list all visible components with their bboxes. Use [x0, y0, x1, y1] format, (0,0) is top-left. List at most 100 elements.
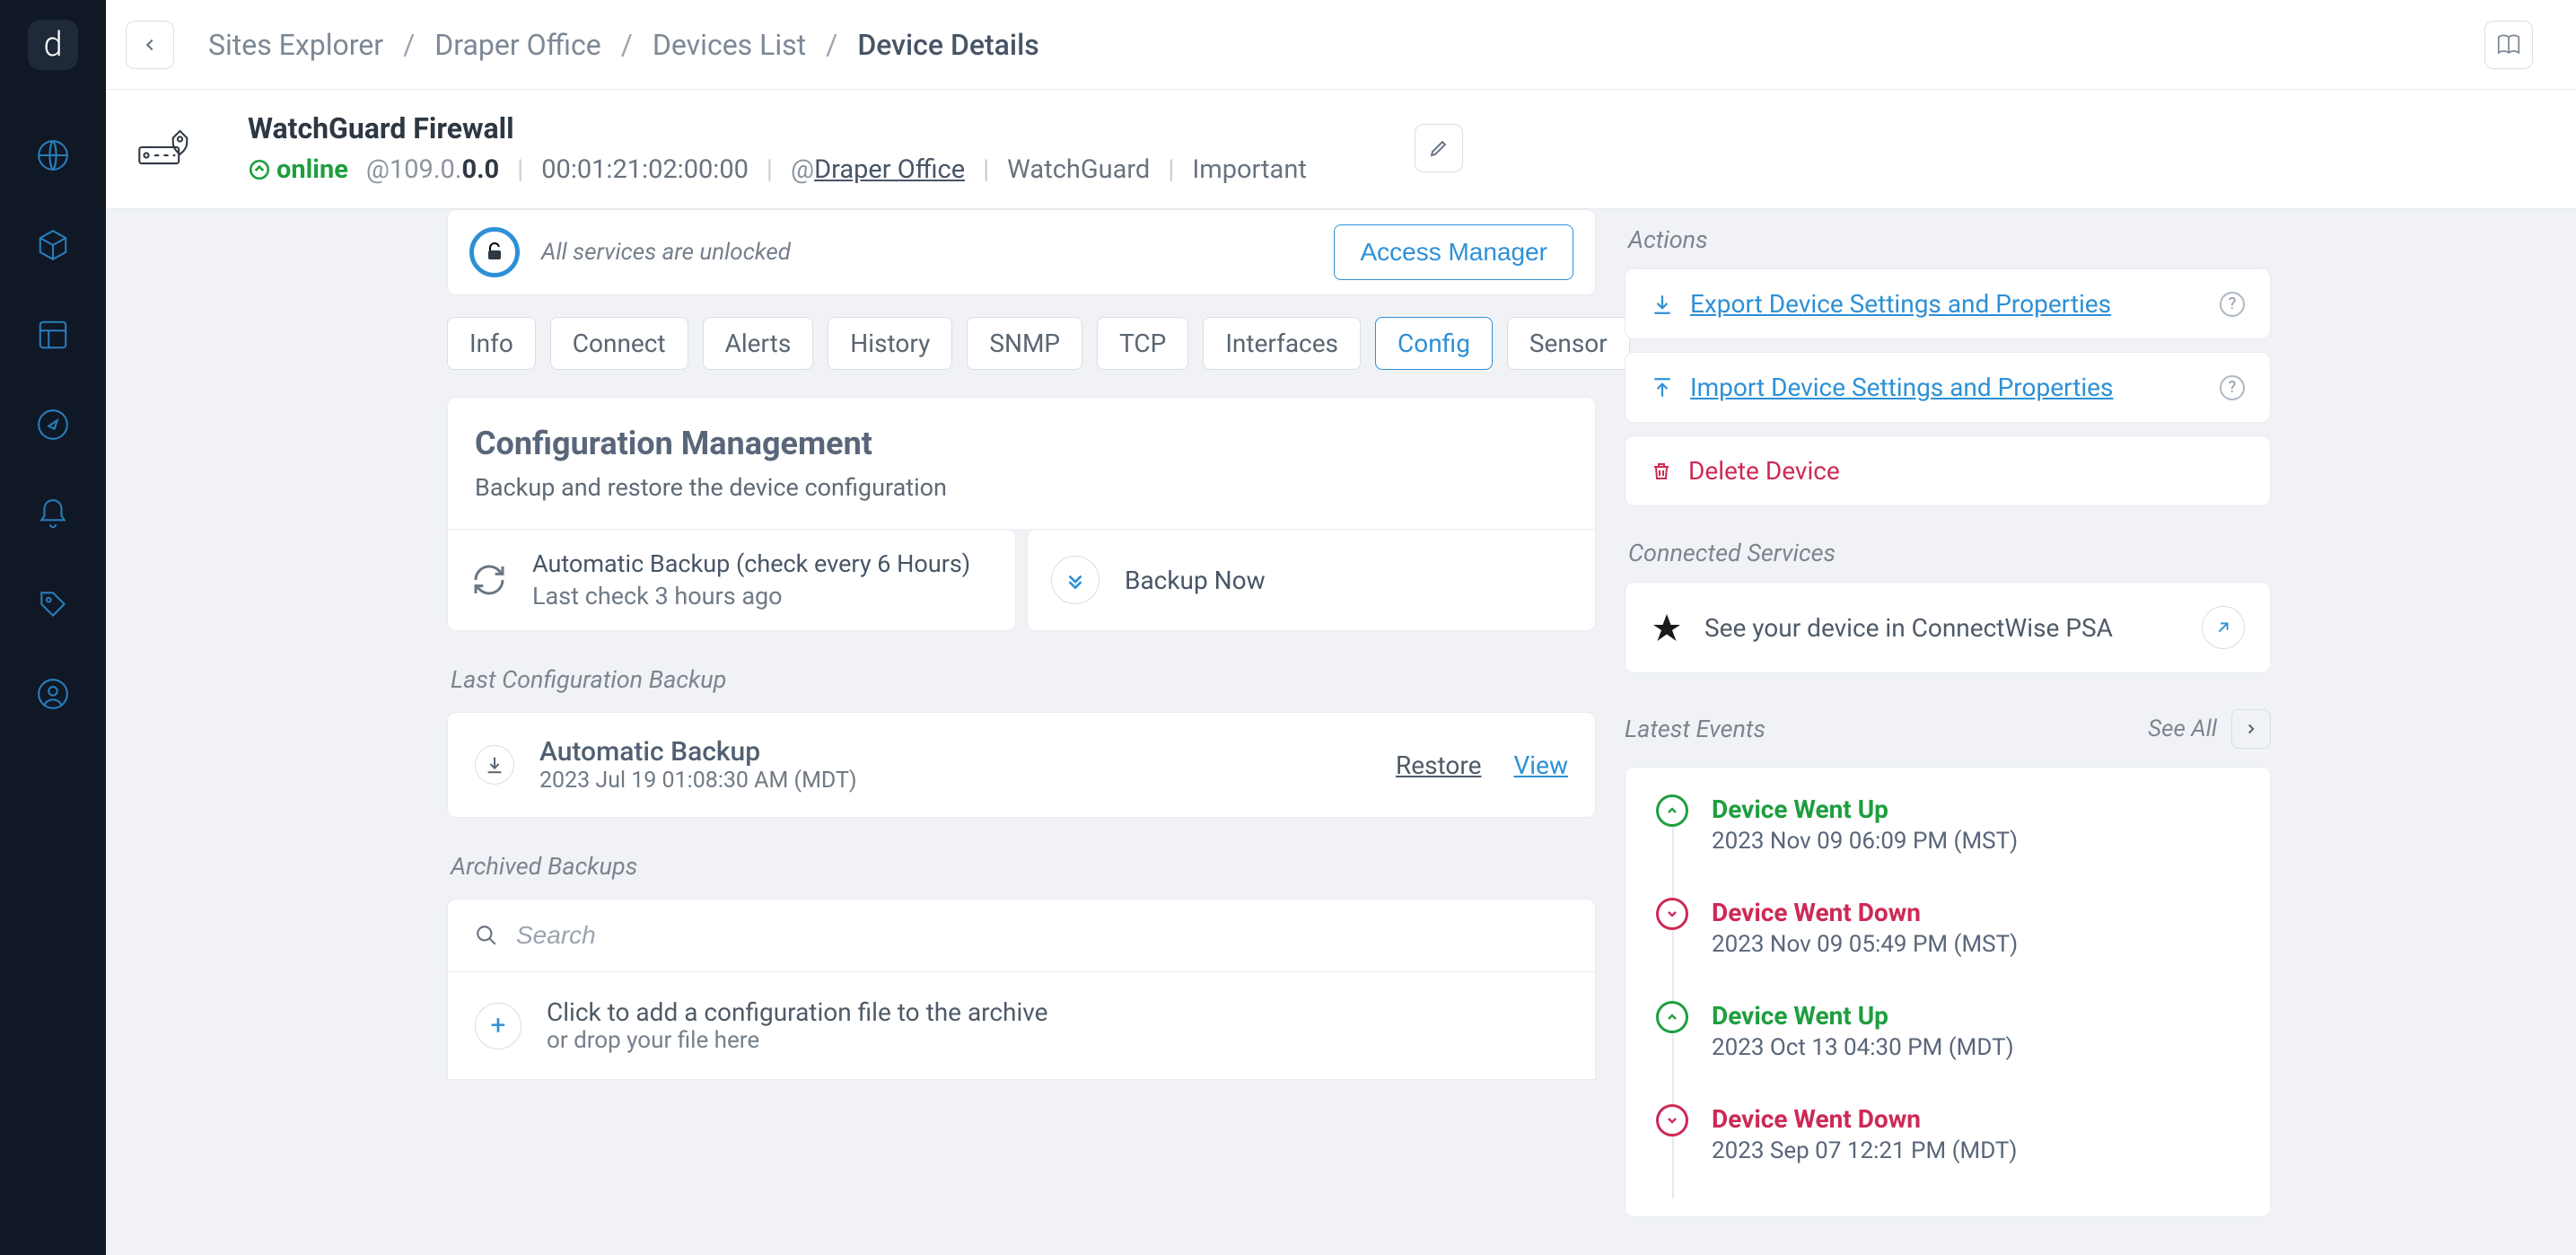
- help-icon[interactable]: ?: [2220, 375, 2245, 400]
- device-ip: @109.0.0.0: [366, 154, 499, 185]
- help-icon[interactable]: ?: [2220, 292, 2245, 317]
- left-nav-rail: d: [0, 0, 106, 1255]
- connectwise-card[interactable]: See your device in ConnectWise PSA: [1625, 582, 2271, 673]
- breadcrumb-bar: Sites Explorer / Draper Office / Devices…: [106, 0, 2576, 90]
- device-mac: 00:01:21:02:00:00: [541, 154, 749, 185]
- add-config-row[interactable]: + Click to add a configuration file to t…: [448, 972, 1595, 1079]
- view-link[interactable]: View: [1513, 750, 1568, 780]
- device-meta: online @109.0.0.0 | 00:01:21:02:00:00 | …: [248, 154, 1307, 185]
- crumb-item[interactable]: Devices List: [653, 28, 806, 62]
- tabs-row: Info Connect Alerts History SNMP TCP Int…: [447, 317, 1596, 370]
- device-importance: Important: [1192, 154, 1306, 185]
- action-export-link: Export Device Settings and Properties: [1690, 289, 2111, 319]
- device-type-icon: [138, 126, 194, 169]
- tab-interfaces[interactable]: Interfaces: [1203, 317, 1361, 370]
- event-time: 2023 Sep 07 12:21 PM (MDT): [1712, 1137, 2017, 1164]
- last-backup-card: Automatic Backup 2023 Jul 19 01:08:30 AM…: [447, 712, 1596, 818]
- action-import[interactable]: Import Device Settings and Properties ?: [1625, 352, 2271, 423]
- action-delete-link: Delete Device: [1688, 456, 1840, 486]
- event-time: 2023 Nov 09 05:49 PM (MST): [1712, 931, 2018, 958]
- plus-icon: +: [475, 1003, 521, 1049]
- event-title: Device Went Down: [1712, 898, 2018, 927]
- archived-label: Archived Backups: [451, 852, 1596, 881]
- tab-connect[interactable]: Connect: [550, 317, 688, 370]
- unlock-icon: [469, 227, 520, 277]
- event-item: Device Went Down2023 Sep 07 12:21 PM (MD…: [1656, 1104, 2239, 1164]
- breadcrumb: Sites Explorer / Draper Office / Devices…: [208, 28, 1039, 62]
- backup-now-card[interactable]: Backup Now: [1027, 529, 1596, 631]
- events-header: Latest Events See All: [1625, 709, 2271, 749]
- auto-backup-line1: Automatic Backup (check every 6 Hours): [532, 549, 970, 578]
- event-item: Device Went Up2023 Nov 09 06:09 PM (MST): [1656, 794, 2239, 855]
- tab-alerts[interactable]: Alerts: [703, 317, 814, 370]
- see-all-link[interactable]: See All: [2148, 715, 2217, 742]
- nav-user-icon[interactable]: [36, 677, 70, 711]
- actions-label: Actions: [1628, 225, 2271, 254]
- status-badge: online: [248, 154, 348, 185]
- event-up-icon: [1656, 1001, 1688, 1033]
- device-site[interactable]: @Draper Office: [791, 154, 965, 185]
- action-delete[interactable]: Delete Device: [1625, 435, 2271, 506]
- event-up-icon: [1656, 794, 1688, 827]
- unlock-text: All services are unlocked: [541, 239, 791, 266]
- tab-sensor[interactable]: Sensor: [1507, 317, 1630, 370]
- connectwise-icon: [1651, 611, 1683, 644]
- nav-cube-icon[interactable]: [36, 228, 70, 262]
- tab-tcp[interactable]: TCP: [1097, 317, 1188, 370]
- search-icon: [475, 924, 498, 947]
- crumb-separator: /: [403, 28, 415, 62]
- events-next-button[interactable]: [2231, 709, 2271, 749]
- event-title: Device Went Up: [1712, 1001, 2014, 1031]
- nav-globe-icon[interactable]: [36, 138, 70, 172]
- nav-tag-icon[interactable]: [36, 587, 70, 621]
- backup-now-label: Backup Now: [1125, 566, 1266, 595]
- crumb-item[interactable]: Draper Office: [434, 28, 600, 62]
- add-config-line1: Click to add a configuration file to the…: [547, 997, 1048, 1027]
- action-import-link: Import Device Settings and Properties: [1690, 373, 2113, 402]
- crumb-separator: /: [621, 28, 633, 62]
- restore-link[interactable]: Restore: [1396, 750, 1481, 780]
- tab-history[interactable]: History: [828, 317, 952, 370]
- crumb-separator: /: [826, 28, 837, 62]
- action-export[interactable]: Export Device Settings and Properties ?: [1625, 268, 2271, 339]
- auto-backup-card: Automatic Backup (check every 6 Hours) L…: [447, 529, 1016, 631]
- event-title: Device Went Up: [1712, 794, 2018, 824]
- unlock-bar: All services are unlocked Access Manager: [447, 209, 1596, 295]
- device-header: WatchGuard Firewall online @109.0.0.0 | …: [106, 90, 2576, 209]
- device-title: WatchGuard Firewall: [248, 111, 1307, 145]
- download-icon[interactable]: [475, 745, 514, 785]
- back-button[interactable]: [126, 21, 174, 69]
- external-link-icon: [2202, 606, 2245, 649]
- download-icon: [1651, 293, 1674, 316]
- access-manager-button[interactable]: Access Manager: [1334, 224, 1573, 280]
- nav-compass-icon[interactable]: [36, 408, 70, 442]
- auto-backup-line2: Last check 3 hours ago: [532, 582, 970, 610]
- tab-info[interactable]: Info: [447, 317, 536, 370]
- event-time: 2023 Oct 13 04:30 PM (MDT): [1712, 1034, 2014, 1061]
- search-row: [448, 900, 1595, 972]
- connectwise-text: See your device in ConnectWise PSA: [1704, 613, 2113, 643]
- refresh-icon: [471, 562, 507, 598]
- add-config-line2: or drop your file here: [547, 1027, 1048, 1054]
- last-backup-time: 2023 Jul 19 01:08:30 AM (MDT): [539, 768, 857, 794]
- crumb-item[interactable]: Sites Explorer: [208, 28, 383, 62]
- last-backup-title: Automatic Backup: [539, 736, 857, 768]
- events-label: Latest Events: [1625, 715, 1766, 743]
- logo-letter: d: [43, 25, 62, 65]
- nav-layout-icon[interactable]: [36, 318, 70, 352]
- trash-icon: [1651, 461, 1672, 482]
- tab-snmp[interactable]: SNMP: [967, 317, 1082, 370]
- tab-config[interactable]: Config: [1375, 317, 1493, 370]
- app-logo[interactable]: d: [28, 20, 78, 70]
- edit-button[interactable]: [1415, 124, 1463, 172]
- archived-backups-card: + Click to add a configuration file to t…: [447, 899, 1596, 1080]
- last-backup-label: Last Configuration Backup: [451, 665, 1596, 694]
- docs-button[interactable]: [2484, 21, 2533, 69]
- search-input[interactable]: [516, 921, 1568, 950]
- nav-bell-icon[interactable]: [36, 497, 70, 531]
- download-double-icon: [1051, 556, 1100, 604]
- event-down-icon: [1656, 898, 1688, 930]
- upload-icon: [1651, 376, 1674, 399]
- connected-services-label: Connected Services: [1628, 539, 2271, 567]
- crumb-current: Device Details: [857, 28, 1038, 62]
